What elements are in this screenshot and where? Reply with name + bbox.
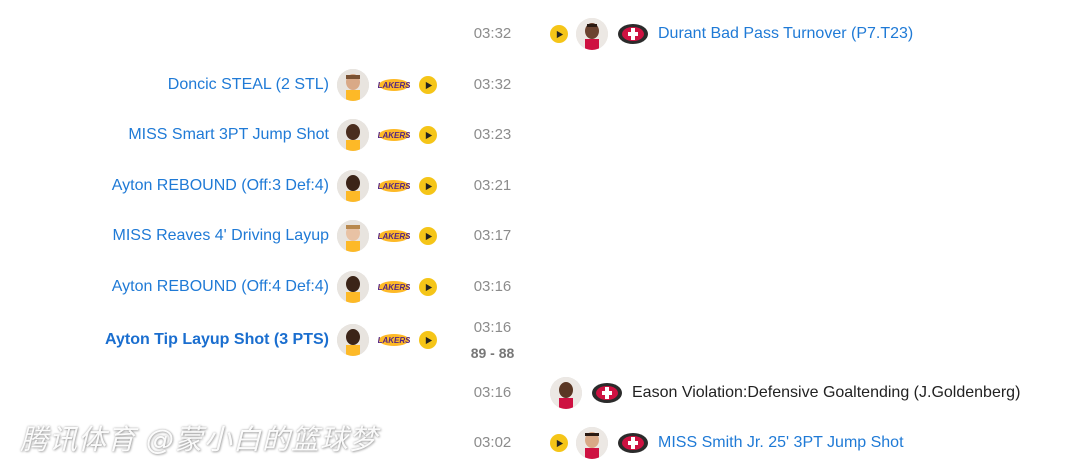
doncic-avatar [337,69,369,101]
home-event: Doncic STEAL (2 STL) LAKERS [168,68,437,102]
play-time: 03:32 [473,76,512,93]
ayton-avatar [337,324,369,356]
reaves-avatar [337,220,369,252]
watermark: 腾讯体育 @蒙小白的篮球梦 [20,423,378,456]
play-row: Doncic STEAL (2 STL) LAKERS 03:32 [0,60,1080,110]
home-event: Ayton Tip Layup Shot (3 PTS) LAKERS [105,323,437,357]
home-event: Ayton REBOUND (Off:4 Def:4) LAKERS [112,270,437,304]
play-video-icon[interactable] [419,278,437,296]
rockets-logo-icon [616,23,650,45]
lakers-logo-icon: LAKERS [377,225,411,247]
away-event: Durant Bad Pass Turnover (P7.T23) [550,17,913,51]
play-time: 03:02 [473,434,512,451]
lakers-logo-icon: LAKERS [377,276,411,298]
lakers-logo-icon: LAKERS [377,124,411,146]
home-event: MISS Smart 3PT Jump Shot LAKERS [128,118,437,152]
eason-avatar [550,377,582,409]
event-text[interactable]: Durant Bad Pass Turnover (P7.T23) [658,25,913,43]
play-video-icon[interactable] [419,126,437,144]
event-text[interactable]: Doncic STEAL (2 STL) [168,76,329,94]
play-time: 03:16 [473,278,512,295]
play-row: Ayton Tip Layup Shot (3 PTS) LAKERS 03:1… [0,315,1080,371]
event-text[interactable]: Ayton REBOUND (Off:3 Def:4) [112,177,329,195]
away-event: Eason Violation:Defensive Goaltending (J… [550,376,1020,410]
durant-avatar [576,18,608,50]
play-video-icon[interactable] [550,25,568,43]
svg-text:LAKERS: LAKERS [378,81,410,90]
ayton-avatar [337,170,369,202]
play-video-icon[interactable] [419,177,437,195]
play-row: MISS Smart 3PT Jump Shot LAKERS 03:23 [0,110,1080,160]
svg-text:LAKERS: LAKERS [378,131,410,140]
ayton-avatar [337,271,369,303]
smart-avatar [337,119,369,151]
event-text[interactable]: Ayton REBOUND (Off:4 Def:4) [112,278,329,296]
lakers-logo-icon: LAKERS [377,329,411,351]
lakers-logo-icon: LAKERS [377,74,411,96]
play-video-icon[interactable] [419,331,437,349]
svg-text:LAKERS: LAKERS [378,336,410,345]
svg-text:LAKERS: LAKERS [378,232,410,241]
play-video-icon[interactable] [419,76,437,94]
play-time: 03:32 [473,25,512,42]
event-text: Eason Violation:Defensive Goaltending (J… [632,384,1021,401]
play-row: MISS Reaves 4' Driving Layup LAKERS 03:1… [0,211,1080,261]
play-video-icon[interactable] [419,227,437,245]
play-row: 03:16 Eason Violation:Defensive Goaltend… [0,368,1080,418]
play-row: 03:32 Durant Bad Pass Turnover (P7.T23) [0,9,1080,59]
event-text[interactable]: MISS Smith Jr. 25' 3PT Jump Shot [658,434,904,452]
play-row: Ayton REBOUND (Off:3 Def:4) LAKERS 03:21 [0,161,1080,211]
event-text[interactable]: MISS Reaves 4' Driving Layup [113,227,329,245]
play-time: 03:16 [473,384,512,401]
smith-avatar [576,427,608,459]
play-time: 03:17 [473,227,512,244]
play-time: 03:16 [473,319,512,336]
home-event: Ayton REBOUND (Off:3 Def:4) LAKERS [112,169,437,203]
svg-text:LAKERS: LAKERS [378,182,410,191]
play-row: Ayton REBOUND (Off:4 Def:4) LAKERS 03:16 [0,262,1080,312]
home-event: MISS Reaves 4' Driving Layup LAKERS [113,219,437,253]
play-time: 03:21 [473,177,512,194]
rockets-logo-icon [590,382,624,404]
event-text[interactable]: MISS Smart 3PT Jump Shot [128,126,329,144]
game-score: 89 - 88 [470,345,515,361]
lakers-logo-icon: LAKERS [377,175,411,197]
rockets-logo-icon [616,432,650,454]
play-time: 03:23 [473,126,512,143]
event-text[interactable]: Ayton Tip Layup Shot (3 PTS) [105,331,329,349]
svg-text:LAKERS: LAKERS [378,283,410,292]
away-event: MISS Smith Jr. 25' 3PT Jump Shot [550,426,904,460]
play-video-icon[interactable] [550,434,568,452]
